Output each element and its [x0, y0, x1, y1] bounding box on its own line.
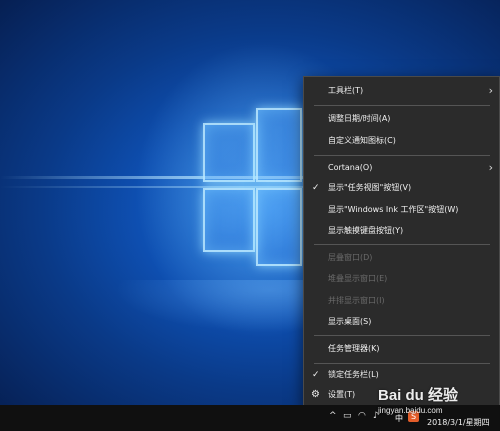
menu-item-label: 设置(T)	[328, 390, 356, 399]
menu-item-label: Cortana(O)	[328, 163, 373, 172]
menu-item-label: 并排显示窗口(I)	[328, 296, 385, 305]
network-icon[interactable]: ◠	[358, 411, 366, 421]
menu-separator	[314, 105, 490, 106]
menu-item-label: 任务管理器(K)	[328, 344, 380, 353]
menu-item-label: 自定义通知图标(C)	[328, 136, 396, 145]
menu-item-cascade-windows: 层叠窗口(D)	[304, 247, 499, 269]
menu-item-show-windows-ink-button[interactable]: 显示"Windows Ink 工作区"按钮(W)	[304, 199, 499, 221]
show-hidden-icons-chevron-icon[interactable]: ^	[329, 411, 337, 421]
menu-item-lock-taskbar[interactable]: ✓ 锁定任务栏(L)	[304, 364, 499, 386]
menu-item-label: 工具栏(T)	[328, 86, 364, 95]
window-logo-pane	[203, 123, 255, 182]
window-logo-pane	[256, 188, 302, 266]
menu-item-side-by-side-windows: 并排显示窗口(I)	[304, 290, 499, 312]
gear-icon: ⚙	[311, 389, 320, 400]
menu-item-show-task-view-button[interactable]: ✓ 显示"任务视图"按钮(V)	[304, 177, 499, 199]
watermark-logo: Bai du 经验 jingyan.baidu.com	[378, 384, 500, 426]
chevron-right-icon: ›	[488, 84, 493, 97]
menu-separator	[314, 244, 490, 245]
menu-item-task-manager[interactable]: 任务管理器(K)	[304, 338, 499, 360]
menu-item-adjust-date-time[interactable]: 调整日期/时间(A)	[304, 108, 499, 130]
watermark-brand: Bai du 经验	[378, 387, 459, 404]
menu-item-show-touch-keyboard-button[interactable]: 显示触摸键盘按钮(Y)	[304, 220, 499, 242]
watermark-url: jingyan.baidu.com	[378, 406, 443, 415]
menu-item-stack-windows: 堆叠显示窗口(E)	[304, 268, 499, 290]
menu-item-customize-notification-icons[interactable]: 自定义通知图标(C)	[304, 130, 499, 152]
menu-item-show-desktop[interactable]: 显示桌面(S)	[304, 311, 499, 333]
menu-item-toolbars[interactable]: 工具栏(T) ›	[304, 80, 499, 102]
window-logo-pane	[203, 188, 255, 252]
checkmark-icon: ✓	[312, 370, 320, 380]
taskbar-context-menu: 工具栏(T) › 调整日期/时间(A) 自定义通知图标(C) Cortana(O…	[303, 76, 500, 408]
menu-separator	[314, 335, 490, 336]
menu-item-label: 锁定任务栏(L)	[328, 370, 379, 379]
menu-item-cortana[interactable]: Cortana(O) ›	[304, 157, 499, 179]
window-logo-pane	[256, 108, 302, 182]
menu-item-label: 显示"任务视图"按钮(V)	[328, 183, 412, 192]
menu-separator	[314, 155, 490, 156]
menu-item-label: 显示"Windows Ink 工作区"按钮(W)	[328, 205, 459, 214]
menu-item-label: 显示桌面(S)	[328, 317, 372, 326]
chevron-right-icon: ›	[488, 161, 493, 174]
battery-icon[interactable]: ▭	[343, 411, 352, 421]
menu-item-label: 调整日期/时间(A)	[328, 114, 391, 123]
checkmark-icon: ✓	[312, 183, 320, 193]
menu-item-label: 堆叠显示窗口(E)	[328, 274, 388, 283]
menu-item-label: 层叠窗口(D)	[328, 253, 373, 262]
menu-item-label: 显示触摸键盘按钮(Y)	[328, 226, 404, 235]
